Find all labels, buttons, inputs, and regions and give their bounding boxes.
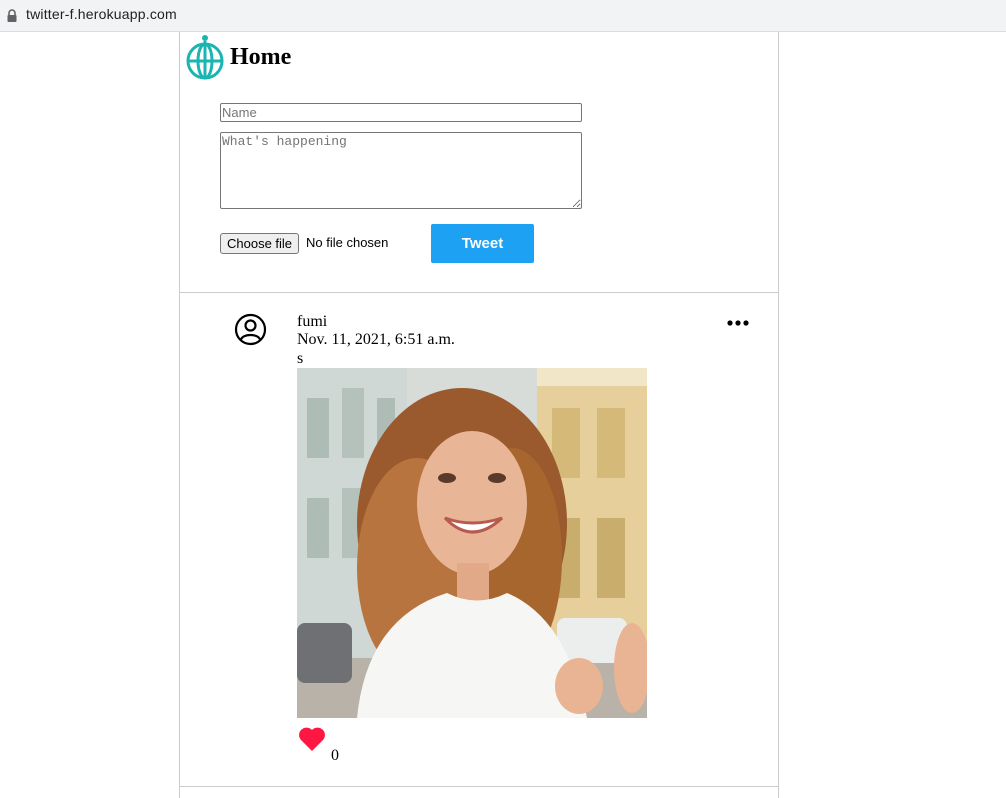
name-input[interactable] <box>220 103 582 122</box>
browser-address-bar[interactable]: twitter-f.herokuapp.com <box>0 0 1006 32</box>
tweet-image <box>297 368 647 718</box>
more-dots-icon[interactable] <box>726 318 750 328</box>
user-circle-icon <box>234 313 267 346</box>
file-status-text: No file chosen <box>306 235 389 250</box>
tweet-button[interactable]: Tweet <box>431 224 534 263</box>
main-column: Home Choose file No file chosen Tweet fu… <box>179 32 779 798</box>
tweet-text: s <box>297 350 304 367</box>
tweet-divider <box>180 786 778 787</box>
lock-icon <box>7 9 17 22</box>
globe-pin-icon <box>186 35 224 80</box>
heart-icon[interactable] <box>298 726 326 752</box>
like-count: 0 <box>331 747 339 764</box>
tweet-timestamp: Nov. 11, 2021, 6:51 a.m. <box>297 331 455 348</box>
compose-divider <box>180 292 778 293</box>
tweet-username: fumi <box>297 313 328 330</box>
choose-file-button[interactable]: Choose file <box>220 233 300 254</box>
url-text: twitter-f.herokuapp.com <box>26 6 177 22</box>
tweet-text-input[interactable] <box>220 132 582 209</box>
page-title: Home <box>230 44 292 70</box>
